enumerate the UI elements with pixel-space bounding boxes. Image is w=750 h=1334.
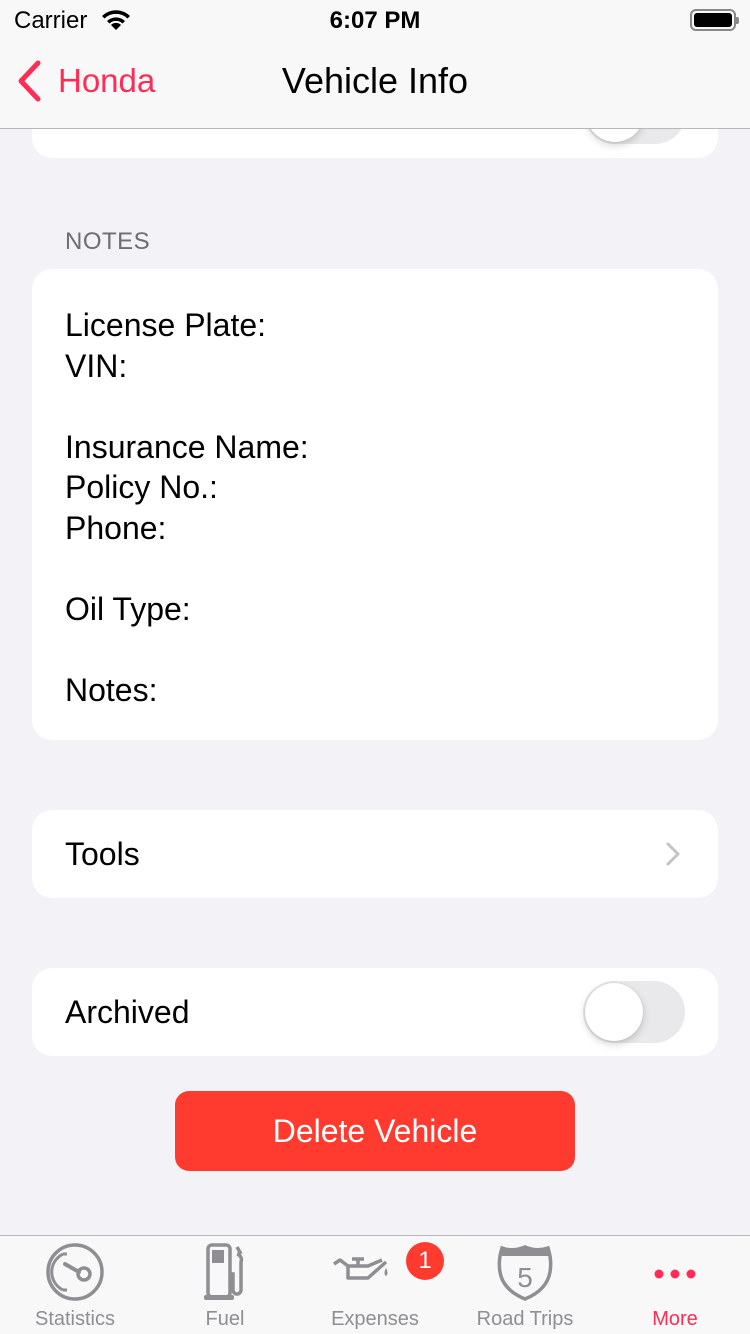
notes-line-blank: [65, 548, 685, 589]
toggle-knob: [585, 983, 643, 1041]
tools-row[interactable]: Tools: [32, 810, 718, 898]
gauge-icon: [46, 1243, 104, 1301]
more-dots-icon: [654, 1269, 696, 1279]
navigation-bar: Honda Vehicle Info: [0, 40, 750, 129]
tab-more[interactable]: More: [600, 1236, 750, 1334]
notes-line-policy-no: Policy No.:: [65, 469, 218, 505]
notes-line-notes: Notes:: [65, 671, 158, 708]
tools-label: Tools: [65, 835, 140, 872]
notes-section-header: NOTES: [65, 228, 151, 255]
battery-icon: [690, 9, 739, 31]
notes-line-blank: [65, 386, 685, 427]
notes-line-insurance-name: Insurance Name:: [65, 428, 309, 465]
tab-fuel[interactable]: Fuel: [150, 1236, 300, 1334]
tab-label: Expenses: [331, 1308, 419, 1330]
tab-bar: Statistics Fuel Expenses 1 5 Road Trips: [0, 1235, 750, 1334]
delete-vehicle-button[interactable]: Delete Vehicle: [175, 1091, 575, 1171]
notes-line-vin: VIN:: [65, 347, 128, 384]
notes-line-phone: Phone:: [65, 509, 167, 546]
archived-row: Archived: [32, 968, 718, 1056]
tab-label: Fuel: [205, 1308, 245, 1330]
tab-statistics[interactable]: Statistics: [0, 1236, 150, 1334]
tab-label: Statistics: [34, 1308, 116, 1330]
oil-can-icon: [333, 1257, 388, 1280]
notes-line-license-plate: License Plate:: [65, 307, 267, 343]
tab-road-trips[interactable]: 5 Road Trips: [450, 1236, 600, 1334]
svg-text:5: 5: [517, 1262, 533, 1293]
status-bar: Carrier 6:07 PM: [0, 0, 750, 40]
chevron-right-icon: [666, 842, 680, 866]
tab-label: Road Trips: [476, 1308, 574, 1330]
archived-label: Archived: [65, 993, 190, 1030]
tab-label: More: [652, 1308, 698, 1330]
interstate-shield-icon: 5: [497, 1245, 553, 1301]
fuel-pump-icon: [204, 1243, 244, 1300]
archived-toggle[interactable]: [583, 981, 685, 1043]
notes-text-area[interactable]: License Plate: VIN: Insurance Name: Poli…: [32, 269, 718, 740]
clock: 6:07 PM: [329, 7, 421, 34]
notes-line-oil-type: Oil Type:: [65, 590, 191, 627]
notes-line-blank: [65, 629, 685, 670]
page-title: Vehicle Info: [281, 60, 469, 101]
expenses-badge: 1: [406, 1242, 444, 1280]
